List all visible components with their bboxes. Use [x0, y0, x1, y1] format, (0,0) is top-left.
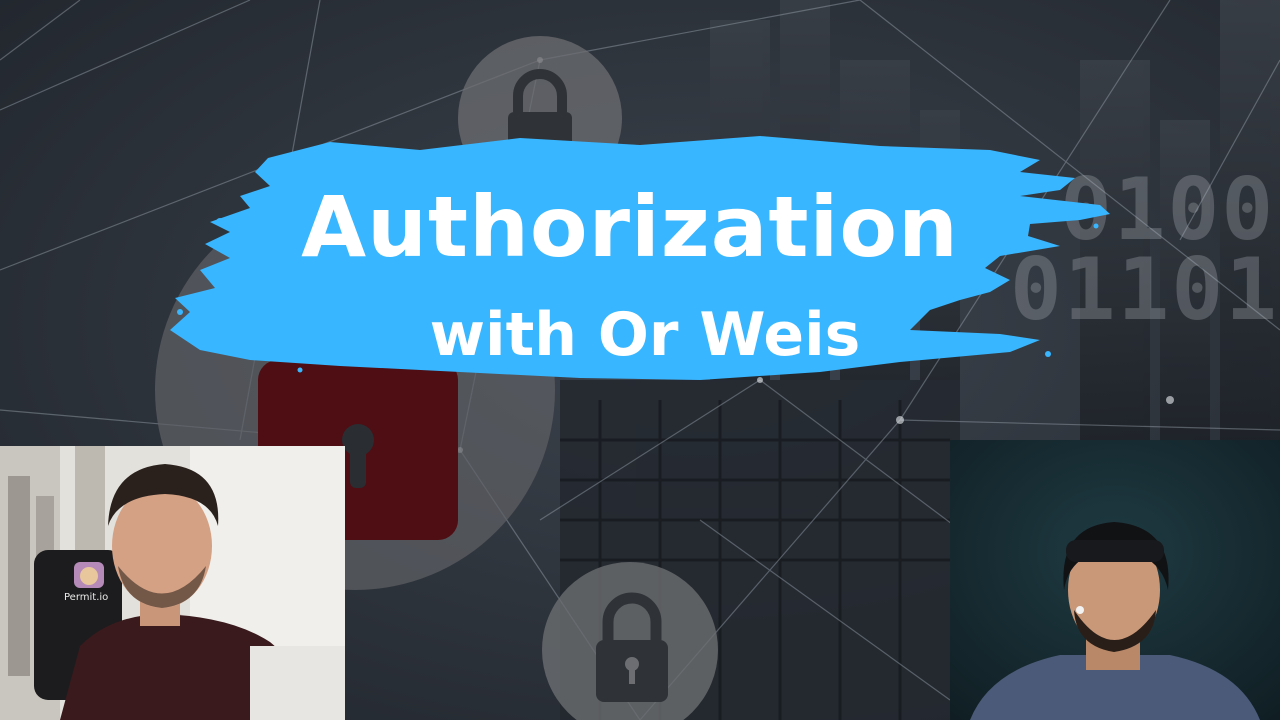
chair-logo-text: Permit.io [64, 592, 109, 603]
webcam-right [950, 440, 1280, 720]
permit-logo [74, 562, 104, 588]
webcam-left: Permit.io [0, 446, 345, 720]
title-subtitle: with Or Weis [429, 300, 861, 370]
title-main: Authorization [301, 178, 959, 276]
